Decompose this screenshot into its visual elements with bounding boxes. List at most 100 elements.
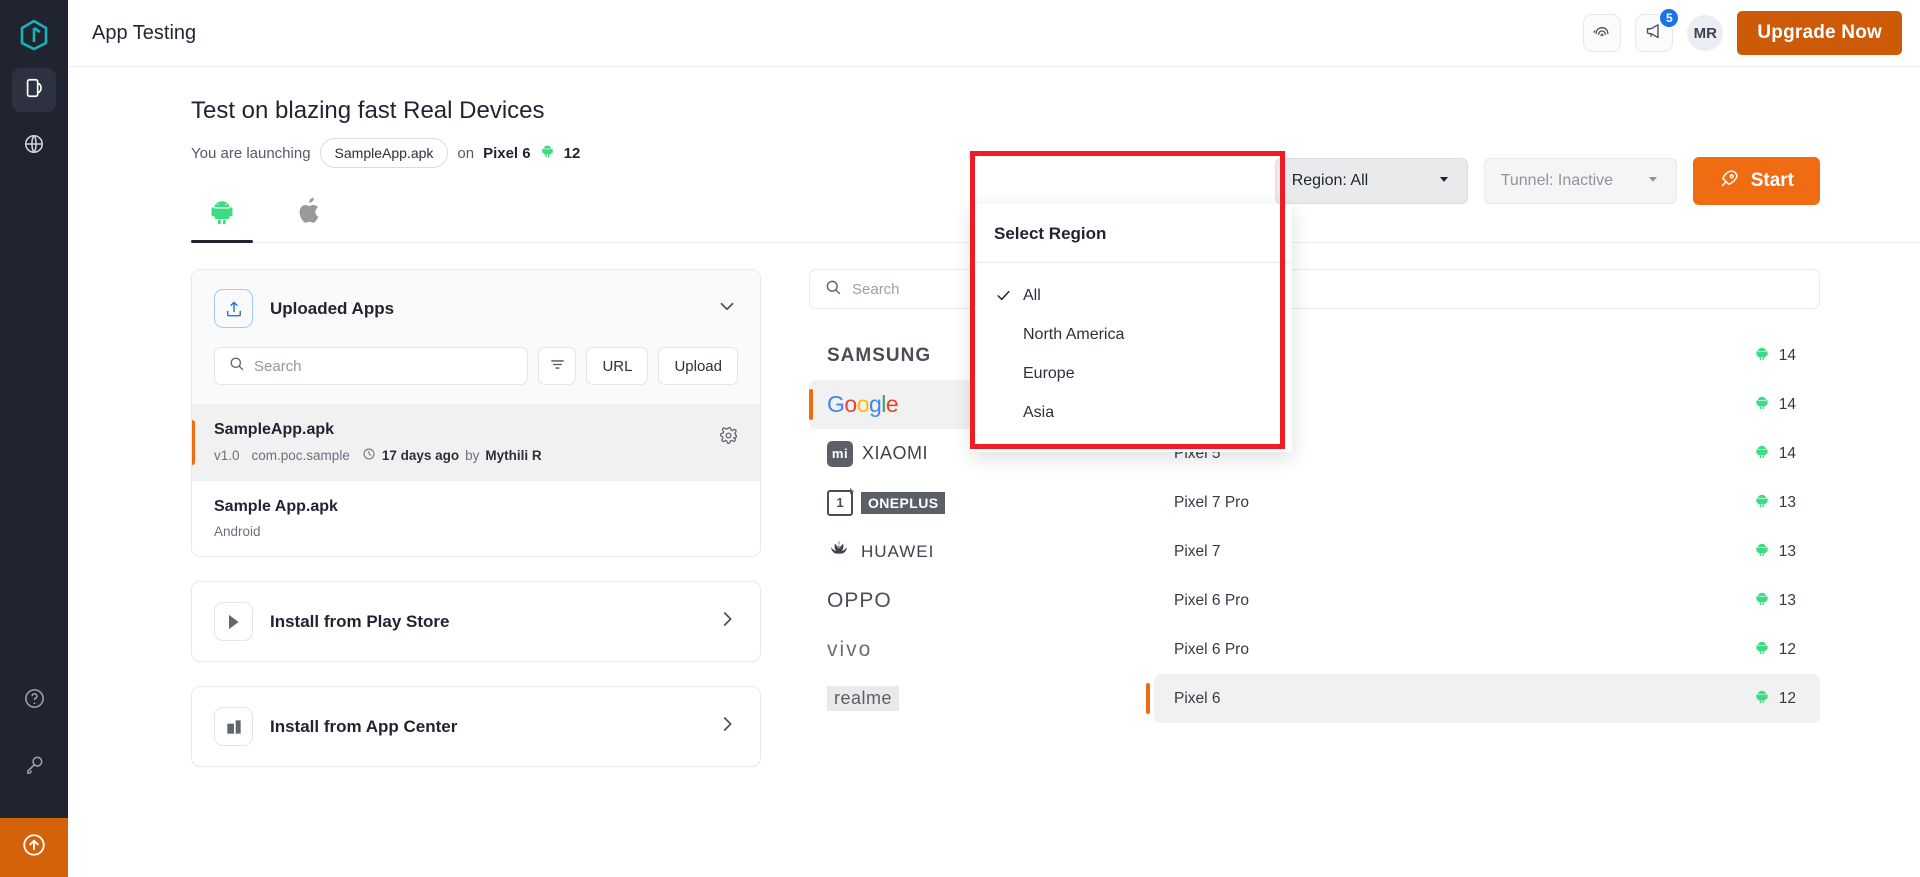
announcements-badge: 5 [1658,7,1680,29]
app-meta: Android [214,524,738,539]
device-name: Pixel 6 Pro [1174,641,1249,659]
top-bar: App Testing [68,0,1920,67]
app-author: Mythili R [485,448,541,463]
filter-button[interactable] [538,347,576,385]
os-version: 14 [1779,347,1796,365]
rail-upgrade-button[interactable] [0,818,68,877]
arrow-up-circle-icon [21,832,47,863]
vivo-wordmark: vivo [827,638,872,662]
region-option-asia[interactable]: Asia [972,393,1292,432]
android-icon [1754,443,1770,464]
announcements-button[interactable]: 5 [1635,14,1673,52]
sidebar-item-help[interactable] [12,679,56,723]
device-os: 14 [1754,345,1796,366]
url-button[interactable]: URL [586,347,648,385]
device-os: 14 [1754,394,1796,415]
device-row[interactable]: Pixel 6 Pro 12 [1154,625,1820,674]
device-os: 13 [1754,590,1796,611]
start-button-label: Start [1751,170,1794,192]
app-search-input[interactable] [254,358,514,375]
brand-item-oneplus[interactable]: 1+ ONEPLUS [809,478,1154,527]
huawei-wordmark: HUAWEI [827,538,934,565]
uploaded-apps-title: Uploaded Apps [270,299,394,319]
clock-icon [362,447,376,464]
tab-android[interactable] [191,192,253,242]
os-version: 13 [1779,543,1796,561]
tunnel-select[interactable]: Tunnel: Inactive [1484,158,1677,204]
device-panes: SAMSUNG Google mi [809,331,1820,723]
region-option-north-america[interactable]: North America [972,315,1292,354]
install-from-app-center-card[interactable]: Install from App Center [191,686,761,767]
uploaded-apps-header: Uploaded Apps [192,270,760,347]
device-row[interactable]: Pixel 7 13 [1154,527,1820,576]
top-bar-actions: 5 MR Upgrade Now [1583,11,1902,55]
app-version: v1.0 [214,448,240,463]
page-title: App Testing [92,22,196,45]
upgrade-now-button[interactable]: Upgrade Now [1737,11,1902,55]
app-time-group: 17 days ago by Mythili R [362,447,542,464]
os-version: 14 [1779,445,1796,463]
region-option-label: Asia [1023,404,1054,422]
android-icon [1754,590,1770,611]
device-name: Pixel 6 Pro [1174,592,1249,610]
start-button[interactable]: Start [1693,157,1820,205]
os-version: 13 [1779,494,1796,512]
tab-ios[interactable] [281,192,340,242]
region-option-all[interactable]: All [972,276,1292,315]
chevron-down-icon [1437,172,1451,191]
brand-item-huawei[interactable]: HUAWEI [809,527,1154,576]
samsung-wordmark: SAMSUNG [827,345,931,367]
app-root: App Testing [0,0,1920,877]
brand-item-vivo[interactable]: vivo [809,625,1154,674]
left-column: Uploaded Apps [191,269,761,791]
chevron-right-icon [716,608,738,635]
device-row[interactable]: Pixel 6 12 [1154,674,1820,723]
key-icon [23,753,46,781]
run-controls: Region: All Tunnel: Inactive [1275,157,1820,205]
region-select[interactable]: Region: All [1275,158,1468,204]
sidebar-item-access-key[interactable] [12,745,56,789]
upload-button[interactable]: Upload [658,347,738,385]
chevron-down-icon[interactable] [716,295,738,322]
brand-item-oppo[interactable]: OPPO [809,576,1154,625]
sidebar-item-web-testing[interactable] [12,124,56,168]
device-name: Pixel 7 [1174,543,1221,561]
app-chip[interactable]: SampleApp.apk [320,138,449,168]
avatar[interactable]: MR [1687,15,1723,51]
fingerprint-button[interactable] [1583,14,1621,52]
hero-headline: Test on blazing fast Real Devices [191,97,1920,125]
region-option-label: North America [1023,326,1124,344]
device-os: 12 [1754,639,1796,660]
android-icon [1754,394,1770,415]
device-row[interactable]: Pixel 7 Pro 13 [1154,478,1820,527]
app-time: 17 days ago [382,448,459,463]
brand-logo-icon[interactable] [13,14,55,56]
device-search-field[interactable] [809,269,1820,309]
os-version: 13 [1779,592,1796,610]
main-area: App Testing [68,0,1920,877]
region-option-label: All [1023,287,1041,305]
list-item[interactable]: SampleApp.apk v1.0 com.poc.sample 17 day… [192,404,760,481]
device-row[interactable]: Pixel 6 Pro 13 [1154,576,1820,625]
android-icon [1754,345,1770,366]
gear-icon[interactable] [719,426,738,450]
hero-device-name: Pixel 6 [483,145,531,162]
app-search-field[interactable] [214,347,528,385]
region-select-label: Region: All [1292,172,1369,190]
left-nav-rail [0,0,68,877]
android-icon [540,143,555,163]
uploaded-apps-card: Uploaded Apps [191,269,761,557]
region-dropdown-title: Select Region [972,204,1292,263]
brand-item-realme[interactable]: realme [809,674,1154,723]
region-option-europe[interactable]: Europe [972,354,1292,393]
install-from-play-store-card[interactable]: Install from Play Store [191,581,761,662]
on-word: on [457,145,474,162]
device-os: 13 [1754,492,1796,513]
os-version: 12 [1779,690,1796,708]
hero-os-version: 12 [564,145,581,162]
upload-icon [214,289,253,328]
oppo-wordmark: OPPO [827,589,892,613]
android-icon [1754,688,1770,709]
list-item[interactable]: Sample App.apk Android [192,481,760,556]
sidebar-item-app-testing[interactable] [12,68,56,112]
